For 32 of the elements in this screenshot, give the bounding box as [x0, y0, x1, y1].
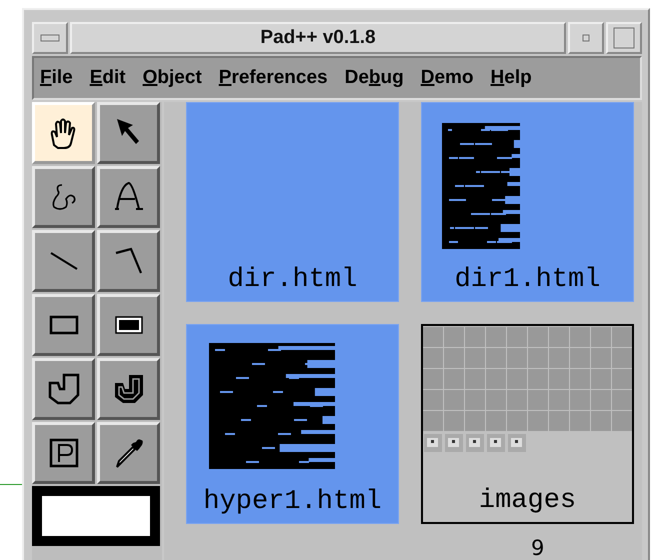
tile-label: dir.html [228, 265, 358, 295]
window-title: Pad++ v0.1.8 [70, 22, 566, 54]
menu-item[interactable]: Demo [420, 67, 474, 89]
window-menu-icon[interactable] [40, 34, 60, 42]
menu-item[interactable]: Help [490, 67, 532, 89]
tool-button[interactable] [97, 294, 160, 356]
tool-button[interactable] [32, 422, 95, 484]
menu-item[interactable]: File [40, 67, 73, 89]
tile-label: images [478, 486, 576, 516]
page-tile[interactable]: dir1.html [421, 102, 634, 302]
menu-item[interactable]: Debug [344, 67, 404, 89]
page-tile[interactable]: dir.html [186, 102, 399, 302]
tool-button[interactable] [97, 422, 160, 484]
tool-button[interactable] [32, 230, 95, 292]
color-swatch[interactable] [32, 486, 160, 546]
folder-tile[interactable]: images [421, 324, 634, 524]
menu-item[interactable]: Preferences [218, 67, 328, 89]
tool-button[interactable] [32, 166, 95, 228]
menu-item[interactable]: Object [142, 67, 202, 89]
stray-digit: 9 [531, 536, 544, 560]
tile-label: dir1.html [454, 265, 600, 295]
page-tile[interactable]: hyper1.html [186, 324, 399, 524]
maximize-icon[interactable] [613, 27, 635, 49]
tile-label: hyper1.html [203, 487, 382, 517]
tool-button[interactable] [32, 358, 95, 420]
menu-item[interactable]: Edit [90, 67, 126, 89]
tool-button[interactable] [97, 102, 160, 164]
tool-button[interactable] [97, 358, 160, 420]
minimize-icon[interactable] [582, 34, 590, 42]
tool-button[interactable] [32, 294, 95, 356]
tool-button[interactable] [97, 166, 160, 228]
tool-button[interactable] [97, 230, 160, 292]
